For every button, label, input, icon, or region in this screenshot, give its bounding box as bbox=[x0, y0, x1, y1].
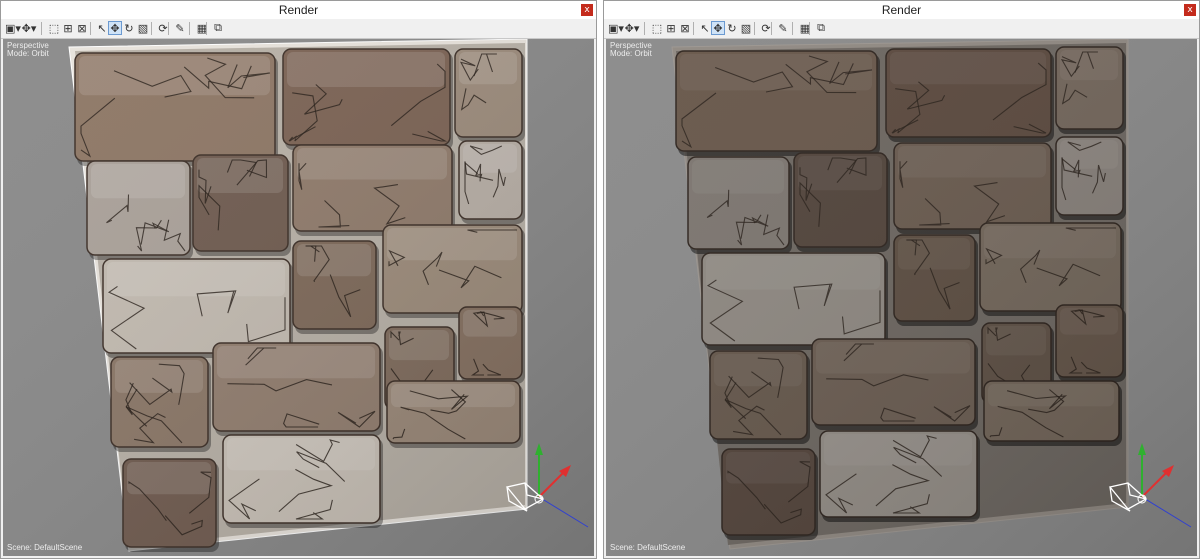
zoom-extents-icon[interactable]: ⬚ bbox=[47, 21, 61, 35]
stone-block bbox=[721, 448, 818, 540]
stone-block bbox=[979, 222, 1124, 316]
toolbar-separator bbox=[151, 22, 152, 35]
stone-wall-render bbox=[606, 39, 1197, 556]
zoom-region-icon[interactable]: ⊞ bbox=[61, 21, 75, 35]
stone-block bbox=[122, 458, 219, 552]
camera-dropdown-icon[interactable]: ▣▾ bbox=[5, 21, 21, 35]
export-icon[interactable]: ⧉ bbox=[814, 21, 828, 35]
stone-block bbox=[222, 434, 383, 528]
orbit-icon[interactable]: ↻ bbox=[725, 21, 739, 35]
frame-icon[interactable]: ▧ bbox=[136, 21, 150, 35]
stone-block bbox=[1055, 46, 1126, 134]
paint-icon[interactable]: ✎ bbox=[173, 21, 187, 35]
toolbar-separator bbox=[41, 22, 42, 35]
stone-block bbox=[893, 234, 978, 326]
scene-label: Scene: DefaultScene bbox=[7, 543, 83, 552]
stone-block bbox=[110, 356, 211, 452]
select-icon[interactable]: ↖ bbox=[698, 21, 712, 35]
scene-label: Scene: DefaultScene bbox=[610, 543, 686, 552]
toolbar-separator bbox=[693, 22, 694, 35]
camera-dropdown-icon[interactable]: ▣▾ bbox=[608, 21, 624, 35]
toolbar-separator bbox=[792, 22, 793, 35]
select-icon[interactable]: ↖ bbox=[95, 21, 109, 35]
stone-block bbox=[1055, 136, 1126, 220]
stone-block bbox=[458, 140, 525, 224]
stone-block bbox=[382, 224, 525, 318]
stone-block bbox=[893, 142, 1054, 234]
stone-block bbox=[687, 156, 792, 254]
pan-icon[interactable]: ✥ bbox=[711, 21, 725, 35]
mode-label: Mode: Orbit bbox=[7, 49, 49, 58]
mode-label: Mode: Orbit bbox=[610, 49, 652, 58]
stone-block bbox=[454, 48, 525, 142]
toolbar-separator bbox=[206, 22, 207, 35]
stone-block bbox=[701, 252, 888, 350]
frame-icon[interactable]: ▧ bbox=[739, 21, 753, 35]
paint-icon[interactable]: ✎ bbox=[776, 21, 790, 35]
toolbar-separator bbox=[754, 22, 755, 35]
render-toolbar: ▣▾ ✥▾ ⬚ ⊞ ⊠ ↖ ✥ ↻ ▧ ⟳ ✎ ▦ ⧉ bbox=[604, 19, 1199, 39]
render-window-left: Render x ▣▾ ✥▾ ⬚ ⊞ ⊠ ↖ ✥ ↻ ▧ ⟳ ✎ ▦ ⧉ Perspective Mod… bbox=[0, 0, 597, 559]
zoom-selected-icon[interactable]: ⊠ bbox=[678, 21, 692, 35]
render-toolbar: ▣▾ ✥▾ ⬚ ⊞ ⊠ ↖ ✥ ↻ ▧ ⟳ ✎ ▦ ⧉ bbox=[1, 19, 596, 39]
toolbar-separator bbox=[90, 22, 91, 35]
stone-block bbox=[983, 380, 1122, 446]
light-dropdown-icon[interactable]: ✥▾ bbox=[21, 21, 37, 35]
zoom-selected-icon[interactable]: ⊠ bbox=[75, 21, 89, 35]
zoom-extents-icon[interactable]: ⬚ bbox=[650, 21, 664, 35]
stone-block bbox=[74, 52, 278, 166]
stone-block bbox=[292, 144, 455, 236]
stone-wall-render bbox=[3, 39, 594, 556]
stone-block bbox=[212, 342, 383, 436]
close-button[interactable]: x bbox=[1184, 4, 1196, 16]
toolbar-separator bbox=[189, 22, 190, 35]
stone-block bbox=[282, 48, 453, 150]
stone-block bbox=[709, 350, 810, 444]
stone-block bbox=[458, 306, 525, 384]
title-bar[interactable]: Render x bbox=[1, 1, 596, 20]
stone-block bbox=[793, 152, 890, 252]
stone-block bbox=[1055, 304, 1126, 382]
stone-block bbox=[675, 50, 880, 156]
toolbar-separator bbox=[771, 22, 772, 35]
window-title: Render bbox=[881, 3, 922, 17]
stone-block bbox=[885, 48, 1054, 142]
stone-block bbox=[386, 380, 523, 448]
close-button[interactable]: x bbox=[581, 4, 593, 16]
stone-block bbox=[192, 154, 291, 256]
zoom-region-icon[interactable]: ⊞ bbox=[664, 21, 678, 35]
stone-block bbox=[811, 338, 978, 430]
render-viewport[interactable]: Perspective Mode: Orbit Scene: DefaultSc… bbox=[606, 39, 1197, 556]
window-title: Render bbox=[278, 3, 319, 17]
stone-block bbox=[86, 160, 193, 260]
pan-icon[interactable]: ✥ bbox=[108, 21, 122, 35]
title-bar[interactable]: Render x bbox=[604, 1, 1199, 20]
stone-block bbox=[819, 430, 980, 522]
export-icon[interactable]: ⧉ bbox=[211, 21, 225, 35]
stone-block bbox=[292, 240, 379, 334]
render-window-right: Render x ▣▾ ✥▾ ⬚ ⊞ ⊠ ↖ ✥ ↻ ▧ ⟳ ✎ ▦ ⧉ Perspective Mod… bbox=[603, 0, 1200, 559]
toolbar-separator bbox=[809, 22, 810, 35]
render-viewport[interactable]: Perspective Mode: Orbit Scene: DefaultSc… bbox=[3, 39, 594, 556]
light-dropdown-icon[interactable]: ✥▾ bbox=[624, 21, 640, 35]
orbit-icon[interactable]: ↻ bbox=[122, 21, 136, 35]
toolbar-separator bbox=[644, 22, 645, 35]
toolbar-separator bbox=[168, 22, 169, 35]
